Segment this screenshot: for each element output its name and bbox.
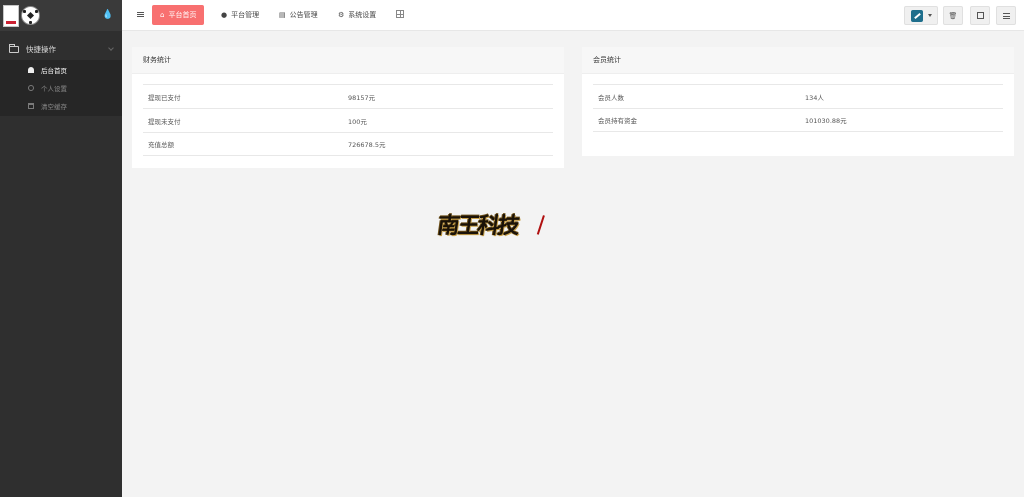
card-icon: ▤ <box>279 11 286 19</box>
brush-mark <box>531 213 545 235</box>
panel-title: 财务统计 <box>132 47 564 74</box>
tab-announcement-management[interactable]: ▤ 公告管理 <box>271 5 326 25</box>
logo-area: 💧 <box>0 0 122 31</box>
brand-watermark: 南王科技 <box>435 208 545 240</box>
table-row: 会员人数 134人 <box>593 84 1003 108</box>
row-label: 会员持有资金 <box>598 117 637 125</box>
theme-icon <box>910 9 923 22</box>
list-icon <box>1002 12 1010 19</box>
chevron-down-icon <box>108 45 114 51</box>
list-menu-button[interactable] <box>996 6 1016 25</box>
home-icon <box>28 67 34 73</box>
table-row: 提现未支付 100元 <box>143 108 553 132</box>
panel-title: 会员统计 <box>582 47 1014 74</box>
row-label: 提现已支付 <box>148 93 181 102</box>
menu-group-header[interactable]: 快捷操作 <box>0 42 122 56</box>
member-stats-panel: 会员统计 会员人数 134人 会员持有资金 101030.88元 <box>582 47 1014 156</box>
folder-icon <box>9 43 19 53</box>
row-value: 98157元 <box>348 93 376 102</box>
logo <box>3 4 19 27</box>
tab-label: 平台管理 <box>231 11 260 19</box>
submenu: 后台首页 个人设置 清空缓存 <box>0 60 122 116</box>
topbar: ⌂ 平台首页 ● 平台管理 ▤ 公告管理 ⚙ 系统设置 🗑 <box>122 0 1024 31</box>
sidebar-item-clear-cache[interactable]: 清空缓存 <box>0 97 122 115</box>
row-value: 100元 <box>348 117 367 126</box>
sidebar-item-profile[interactable]: 个人设置 <box>0 79 122 97</box>
sidebar-item-home[interactable]: 后台首页 <box>0 61 122 79</box>
soccer-ball-logo <box>21 6 40 25</box>
expand-icon <box>976 12 984 19</box>
user-icon: ● <box>221 11 228 19</box>
sidebar-item-label: 个人设置 <box>41 85 67 93</box>
watermark-text: 南王科技 <box>435 213 520 239</box>
trash-button[interactable]: 🗑 <box>943 6 963 25</box>
user-icon <box>28 85 34 91</box>
row-label: 充值总额 <box>148 141 174 149</box>
menu-group-quick: 快捷操作 后台首页 个人设置 清空缓存 <box>0 42 122 116</box>
home-icon: ⌂ <box>160 11 165 19</box>
menu-group-label: 快捷操作 <box>26 44 56 54</box>
caret-down-icon <box>927 14 932 17</box>
fullscreen-button[interactable] <box>970 6 990 25</box>
drop-icon[interactable]: 💧 <box>102 11 113 20</box>
table-row: 充值总额 726678.5元 <box>143 132 553 156</box>
row-value: 134人 <box>805 93 824 102</box>
theme-dropdown-button[interactable] <box>904 6 938 25</box>
sidebar: 💧 快捷操作 后台首页 个人设置 清空缓存 <box>0 0 122 497</box>
table-row: 会员持有资金 101030.88元 <box>593 108 1003 132</box>
tab-label: 公告管理 <box>289 11 318 19</box>
sidebar-item-label: 清空缓存 <box>41 103 67 111</box>
finance-stats-panel: 财务统计 提现已支付 98157元 提现未支付 100元 充值总额 726678… <box>132 47 564 168</box>
tab-label: 系统设置 <box>348 11 377 19</box>
main-content: 财务统计 提现已支付 98157元 提现未支付 100元 充值总额 726678… <box>122 31 1024 497</box>
panel-body: 提现已支付 98157元 提现未支付 100元 充值总额 726678.5元 <box>132 74 564 162</box>
grid-icon[interactable] <box>396 10 404 18</box>
sidebar-item-label: 后台首页 <box>41 67 67 75</box>
table-row: 提现已支付 98157元 <box>143 84 553 108</box>
tab-platform-management[interactable]: ● 平台管理 <box>213 5 267 25</box>
trash-icon <box>28 103 34 109</box>
row-label: 提现未支付 <box>148 117 181 126</box>
row-value: 726678.5元 <box>348 141 386 149</box>
gear-icon: ⚙ <box>338 11 345 19</box>
trash-icon: 🗑 <box>948 11 958 20</box>
tab-label: 平台首页 <box>168 11 197 19</box>
menu-toggle-icon[interactable] <box>137 12 144 17</box>
tab-platform-home[interactable]: ⌂ 平台首页 <box>152 5 205 25</box>
panel-body: 会员人数 134人 会员持有资金 101030.88元 <box>582 74 1014 138</box>
tab-system-settings[interactable]: ⚙ 系统设置 <box>330 5 384 25</box>
row-label: 会员人数 <box>598 93 624 102</box>
row-value: 101030.88元 <box>805 117 847 125</box>
